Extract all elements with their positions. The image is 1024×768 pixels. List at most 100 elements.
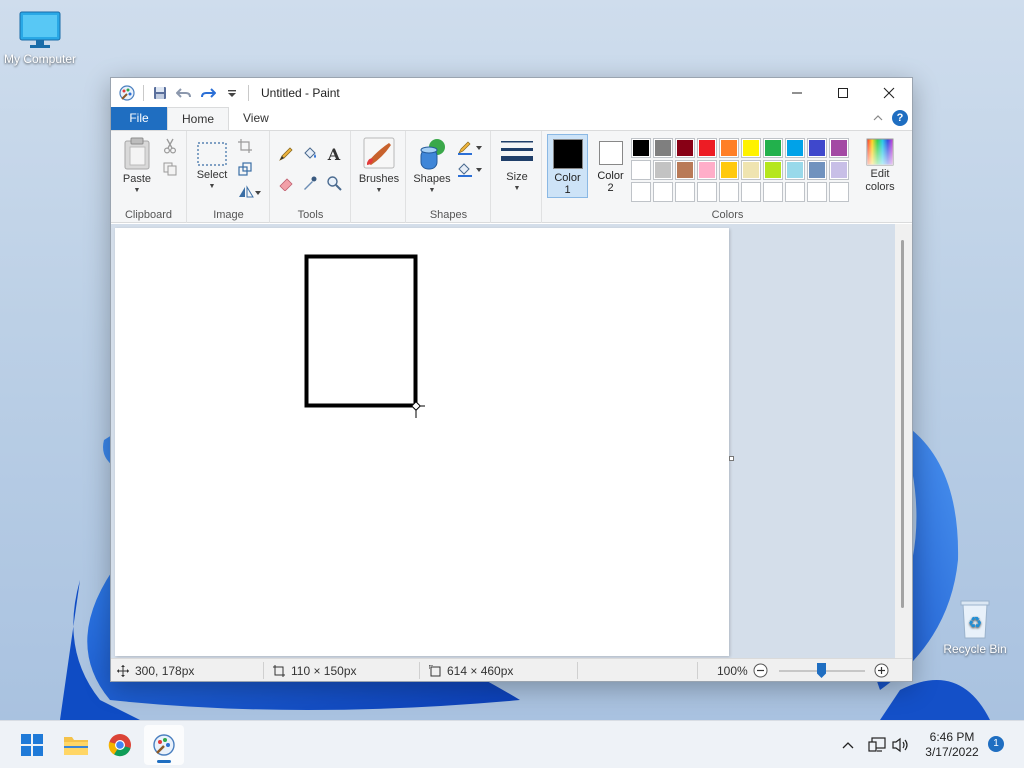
- brushes-button[interactable]: Brushes ▼: [356, 137, 402, 195]
- palette-swatch-fill: [655, 162, 671, 178]
- clock[interactable]: 6:46 PM 3/17/2022: [917, 730, 987, 760]
- clock-time: 6:46 PM: [929, 730, 975, 744]
- palette-swatch[interactable]: [741, 138, 761, 158]
- start-button[interactable]: [12, 725, 52, 765]
- palette-swatch[interactable]: [697, 160, 717, 180]
- palette-swatch[interactable]: [741, 160, 761, 180]
- drawing-canvas[interactable]: [115, 228, 729, 656]
- palette-swatch[interactable]: [829, 138, 849, 158]
- palette-swatch-fill: [743, 184, 759, 200]
- zoom-in-button[interactable]: [874, 659, 889, 682]
- palette-swatch[interactable]: [697, 138, 717, 158]
- palette-swatch[interactable]: [807, 182, 827, 202]
- tab-home[interactable]: Home: [167, 107, 230, 130]
- tab-file[interactable]: File: [111, 107, 167, 130]
- palette-swatch[interactable]: [631, 160, 651, 180]
- undo-icon[interactable]: [174, 83, 194, 103]
- palette-swatch[interactable]: [741, 182, 761, 202]
- selection-size-value: 110 × 150px: [291, 663, 357, 678]
- palette-swatch[interactable]: [719, 182, 739, 202]
- size-button[interactable]: Size ▼: [496, 137, 538, 193]
- rotate-button[interactable]: [236, 183, 262, 201]
- redo-icon[interactable]: [198, 83, 218, 103]
- palette-swatch-fill: [765, 162, 781, 178]
- canvas-resize-handle-right[interactable]: [729, 456, 734, 461]
- show-hidden-icons-button[interactable]: [838, 741, 858, 749]
- windows-logo-icon: [21, 734, 43, 756]
- system-tray: [838, 721, 912, 768]
- magnifier-tool[interactable]: [325, 174, 343, 192]
- pencil-tool[interactable]: [277, 145, 295, 163]
- color2-label-line1: Color: [597, 170, 624, 182]
- resize-button[interactable]: [236, 160, 254, 178]
- palette-swatch[interactable]: [807, 160, 827, 180]
- zoom-slider-thumb[interactable]: [817, 663, 826, 678]
- palette-swatch[interactable]: [763, 138, 783, 158]
- fill-button[interactable]: [457, 161, 483, 179]
- fill-bucket-icon: [304, 147, 316, 159]
- palette-swatch[interactable]: [719, 160, 739, 180]
- scrollbar-thumb[interactable]: [901, 240, 904, 608]
- palette-swatch[interactable]: [675, 138, 695, 158]
- color1-button[interactable]: Color 1: [547, 134, 588, 198]
- color-picker-tool[interactable]: [301, 174, 319, 192]
- taskbar-file-explorer[interactable]: [56, 725, 96, 765]
- palette-swatch[interactable]: [807, 138, 827, 158]
- palette-swatch[interactable]: [785, 160, 805, 180]
- group-size: Size ▼: [492, 131, 542, 223]
- paste-button[interactable]: Paste ▼: [119, 137, 155, 195]
- notification-badge[interactable]: 1: [988, 736, 1004, 752]
- copy-button[interactable]: [161, 160, 179, 178]
- my-computer-shortcut[interactable]: My Computer: [0, 10, 80, 66]
- recycle-bin-shortcut[interactable]: ♻ Recycle Bin: [935, 598, 1015, 656]
- zoom-level: 100%: [717, 659, 748, 682]
- palette-swatch-fill: [699, 162, 715, 178]
- palette-swatch[interactable]: [631, 138, 651, 158]
- palette-swatch[interactable]: [653, 160, 673, 180]
- palette-swatch[interactable]: [697, 182, 717, 202]
- cut-button[interactable]: [161, 137, 179, 155]
- palette-swatch[interactable]: [763, 160, 783, 180]
- tab-view[interactable]: View: [229, 107, 283, 130]
- paint-app-icon[interactable]: [117, 83, 137, 103]
- palette-swatch[interactable]: [763, 182, 783, 202]
- palette-swatch[interactable]: [675, 160, 695, 180]
- palette-swatch[interactable]: [653, 138, 673, 158]
- outline-button[interactable]: [457, 139, 483, 157]
- palette-swatch[interactable]: [631, 182, 651, 202]
- shapes-button[interactable]: Shapes ▼: [411, 137, 453, 195]
- edit-colors-button[interactable]: Edit colors: [858, 138, 902, 194]
- palette-swatch[interactable]: [785, 182, 805, 202]
- network-button[interactable]: [864, 737, 890, 753]
- vertical-scrollbar[interactable]: [895, 224, 912, 658]
- palette-swatch[interactable]: [675, 182, 695, 202]
- text-tool[interactable]: A: [325, 145, 343, 163]
- canvas-workspace: [111, 224, 912, 658]
- volume-button[interactable]: [890, 737, 912, 753]
- crop-button[interactable]: [236, 137, 254, 155]
- palette-swatch[interactable]: [785, 138, 805, 158]
- palette-swatch[interactable]: [829, 160, 849, 180]
- crop-icon: [238, 139, 252, 153]
- status-bar: 300, 178px 110 × 150px 614 × 460px 100%: [111, 658, 912, 681]
- collapse-ribbon-icon[interactable]: [872, 112, 884, 124]
- fill-tool[interactable]: [301, 145, 319, 163]
- maximize-button[interactable]: [820, 78, 866, 107]
- taskbar-chrome[interactable]: [100, 725, 140, 765]
- select-button[interactable]: Select ▼: [194, 141, 230, 191]
- close-button[interactable]: [866, 78, 912, 107]
- customize-qat-icon[interactable]: [222, 83, 242, 103]
- palette-swatch[interactable]: [829, 182, 849, 202]
- eraser-tool[interactable]: [277, 174, 295, 192]
- image-group-label: Image: [213, 209, 244, 221]
- taskbar-paint[interactable]: [144, 725, 184, 765]
- palette-swatch-fill: [831, 184, 847, 200]
- save-icon[interactable]: [150, 83, 170, 103]
- minimize-button[interactable]: [774, 78, 820, 107]
- help-icon[interactable]: ?: [892, 110, 908, 126]
- palette-swatch[interactable]: [653, 182, 673, 202]
- palette-swatch[interactable]: [719, 138, 739, 158]
- zoom-out-button[interactable]: [753, 659, 768, 682]
- pencil-icon: [279, 147, 293, 161]
- color2-button[interactable]: Color 2: [590, 134, 631, 198]
